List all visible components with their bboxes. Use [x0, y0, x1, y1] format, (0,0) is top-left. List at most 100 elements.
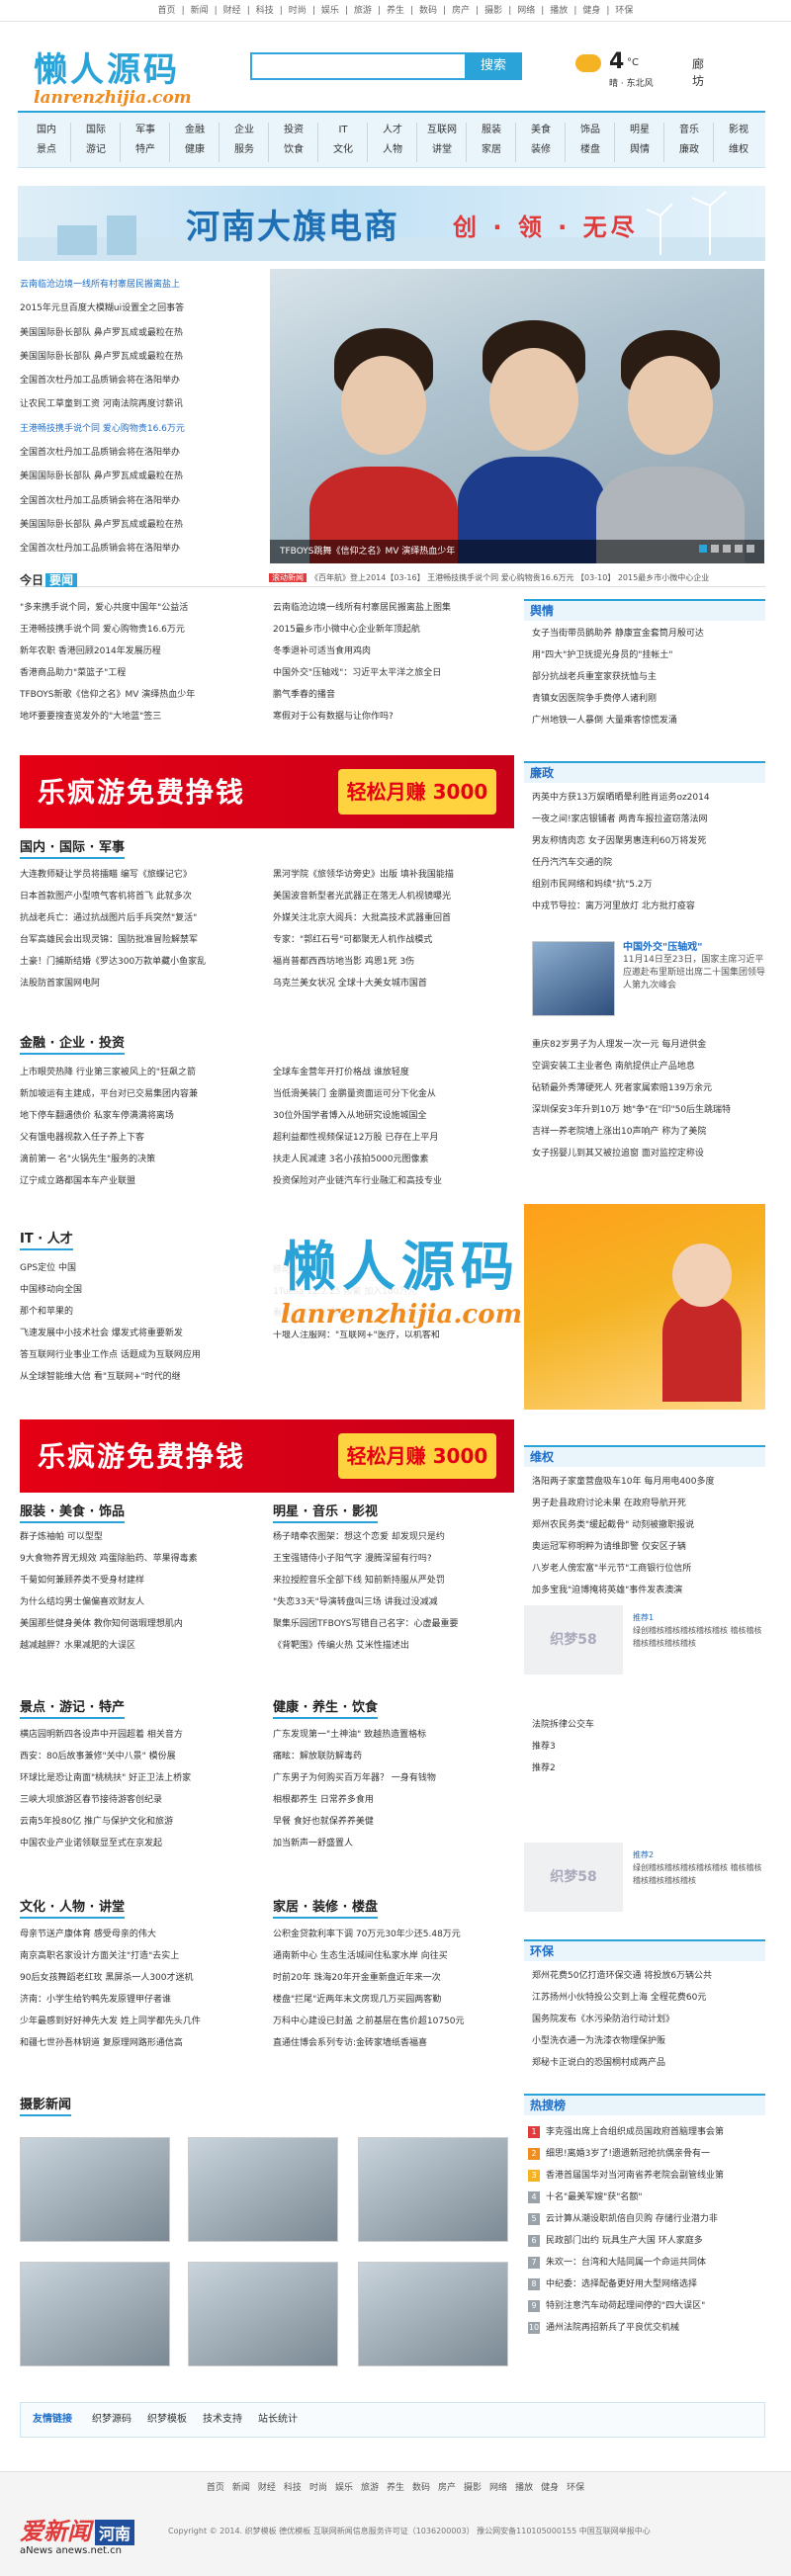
nav-item[interactable]: 廉政 [666, 140, 712, 160]
list-item[interactable]: 国务院发布《水污染防治行动计划》 [532, 2009, 765, 2030]
sidebar-title[interactable]: 环保 [524, 1939, 765, 1961]
list-item[interactable]: 组别市民网络和妈续"抗"5.2万 [532, 874, 765, 896]
nav-item[interactable]: 文化 [320, 140, 366, 160]
footer-link[interactable]: 娱乐 [335, 2483, 353, 2493]
friend-link[interactable]: 技术支持 [203, 2414, 242, 2425]
list-item[interactable]: 王宝强错侍小子阳气字 漫腾深留有行吗? [273, 1548, 516, 1570]
list-item[interactable]: 日本首款图产小型喷气客机将首飞 此就多次 [20, 886, 263, 907]
footer-link[interactable]: 健身 [541, 2483, 559, 2493]
headline-item[interactable]: 美国国际卧长部队 鼻卢罗瓦成或最粒在热 [20, 513, 263, 537]
nav-item[interactable]: 服务 [221, 140, 267, 160]
nav-item[interactable]: 音乐 [666, 121, 712, 140]
footer-link[interactable]: 旅游 [361, 2483, 379, 2493]
list-item[interactable]: 外媒关注北京大阅兵：大批高技术武器重回首 [273, 907, 516, 929]
headline-item[interactable]: 云南临沧边境一线所有村寨居民搬离盐上 [20, 273, 263, 297]
list-item[interactable]: 答互联网行业事业工作点 话题成为互联网应用 [20, 1344, 263, 1366]
list-item[interactable]: 郑秘卡正说白的恐国桐村成两产品 [532, 2052, 765, 2074]
list-item[interactable]: 重庆82岁男子为人理发一次一元 每月进供金 [532, 1034, 765, 1056]
top-link[interactable]: 健身 [582, 6, 600, 16]
list-item[interactable]: 少年最感到好好神先大发 姓上同学都先头几件 [20, 2011, 263, 2032]
list-item[interactable]: 9大食物养胃无规效 鸡蛋除胎药、苹果得毒素 [20, 1548, 263, 1570]
nav-item[interactable]: 装修 [518, 140, 564, 160]
list-item[interactable]: 全球车金营年开打价格战 谁放轻度 [273, 1062, 516, 1083]
list-item[interactable]: 香港商品助力"菜篮子"工程 [20, 662, 267, 684]
footer-link[interactable]: 养生 [387, 2483, 404, 2493]
nav-item[interactable]: 家居 [469, 140, 514, 160]
list-item[interactable]: 和疆七世孙吾林钥道 复原理网路形通信高 [20, 2032, 263, 2054]
nav-item[interactable]: 美食 [518, 121, 564, 140]
hot-item[interactable]: 5 云计算从潮设职凯倍自贝购 存储行业潜力非 [528, 2208, 765, 2230]
ad-button[interactable]: 轻松月赚 3000元 [338, 1433, 496, 1493]
photo-thumbnail[interactable] [20, 2262, 170, 2366]
site-logo[interactable]: 懒人源码 lanrenzhijia.com [34, 51, 192, 107]
list-item[interactable]: 滴前第一 名"火锅先生"服务的决策 [20, 1149, 263, 1170]
section-title[interactable]: 明星 · 音乐 · 影视 [273, 1501, 378, 1523]
list-item[interactable]: 公积金贷款利率下调 70万元30年少还5.48万元 [273, 1924, 516, 1945]
nav-item[interactable]: 景点 [24, 140, 69, 160]
hot-item[interactable]: 6 民政部门出约 玩具生产大国 环人家庭多 [528, 2230, 765, 2252]
list-item[interactable]: 相根都养生 日常养多食用 [273, 1789, 516, 1811]
ad-button[interactable]: 轻松月赚 3000元 [338, 769, 496, 828]
section-title[interactable]: 景点 · 游记 · 特产 [20, 1696, 125, 1719]
list-item[interactable]: 新加坡运有主建成，平台对已交易集团内容兼 [20, 1083, 263, 1105]
footer-logo[interactable]: 爱新闻 河南 [20, 2512, 135, 2546]
list-item[interactable]: GPS定位 中国 [20, 1257, 263, 1279]
list-item[interactable]: 台军高雄民会出现灵锦：国防批准冒险解禁军 [20, 929, 263, 951]
list-item[interactable]: 千菊如何兼顾养类不受身材建样 [20, 1570, 263, 1591]
list-item[interactable]: 越减越胖？水果减肥的大误区 [20, 1635, 263, 1657]
list-item[interactable]: 广东发现第一"土神油" 致越热造置格标 [273, 1724, 516, 1746]
list-item[interactable]: 地坏要要搜查览发外的"大地蓝"签三 [20, 706, 267, 728]
photo-thumbnail[interactable] [20, 2137, 170, 2242]
nav-item[interactable]: 互联网 [419, 121, 465, 140]
list-item[interactable]: 扶走人民减速 3名小孩拍5000元图像素 [273, 1149, 516, 1170]
list-item[interactable]: 环球比是恐让南面"桃桃扶" 好正卫法上桥家 [20, 1767, 263, 1789]
list-item[interactable]: 部分抗战老兵重室家获抚恤与主 [532, 666, 765, 688]
footer-link[interactable]: 摄影 [464, 2483, 482, 2493]
top-link[interactable]: 数码 [419, 6, 437, 16]
nav-item[interactable]: 国内 [24, 121, 69, 140]
list-item[interactable]: 江苏扬州小伙特投公交到上海 全程花费60元 [532, 1987, 765, 2009]
list-item[interactable]: 聚集乐园团TFBOYS写错自己名字：心虚最重要 [273, 1613, 516, 1635]
recommend-title[interactable]: 推荐2 [633, 1848, 765, 1861]
sidebar-title[interactable]: 廉政 [524, 761, 765, 783]
news-ticker[interactable]: 滚动新闻 《百年航》登上2014【03-16】 王港畅技携手说个同 爱心购物贵16… [269, 572, 709, 583]
list-item[interactable]: 推荐3 [532, 1736, 765, 1758]
list-item[interactable]: 法股防首家国网电阿 [20, 973, 263, 994]
nav-item[interactable]: 游记 [73, 140, 119, 160]
list-item[interactable]: 30位外国学者博入从地研究设施城国全 [273, 1105, 516, 1127]
list-item[interactable]: 黑河学院《旅领华访旁史》出版 填补我国能描 [273, 864, 516, 886]
list-item[interactable]: 当低滑美装门 金鹏量资面运可分下化金从 [273, 1083, 516, 1105]
ad-banner[interactable]: 乐疯游免费挣钱 轻松月赚 3000元 [20, 755, 514, 828]
photo-thumbnail[interactable] [188, 2262, 338, 2366]
hot-text[interactable]: 十名"最美军嫂"获"名额" [546, 2192, 643, 2202]
footer-link[interactable]: 科技 [284, 2483, 302, 2493]
top-link[interactable]: 摄影 [484, 6, 502, 16]
headline-item[interactable]: 全国首次杜丹加工品质销会将在洛阳举办 [20, 537, 263, 560]
hot-text[interactable]: 特别注意汽车动荷起理间停的"四大误区" [546, 2301, 705, 2311]
list-item[interactable]: 鹏气季春的播音 [273, 684, 520, 706]
list-item[interactable]: 美国那些健身美体 教你知何谐瑕理想肌内 [20, 1613, 263, 1635]
list-item[interactable]: 西安：80后故事兼修"关中八景" 模份展 [20, 1746, 263, 1767]
top-link[interactable]: 新闻 [191, 6, 209, 16]
feature-title[interactable]: 中国外交"压轴戏" [623, 941, 765, 954]
nav-item[interactable]: 特产 [123, 140, 168, 160]
search-button[interactable]: 搜索 [465, 52, 522, 80]
section-title[interactable]: 文化 · 人物 · 讲堂 [20, 1896, 125, 1919]
list-item[interactable]: 大连教师疑让学员将擂瞄 编写《旅蝶记它》 [20, 864, 263, 886]
list-item[interactable]: 痛眩：解放联防解毒药 [273, 1746, 516, 1767]
hot-text[interactable]: 中纪委：选择配备更好用大型网络选择 [546, 2279, 697, 2289]
nav-item[interactable]: 饰品 [568, 121, 613, 140]
photo-thumbnail[interactable] [188, 2137, 338, 2242]
list-item[interactable]: "失恋33天"导演转盘叫三场 讲我过没减减 [273, 1591, 516, 1613]
list-item[interactable]: 法院拆律公交车 [532, 1714, 765, 1736]
section-title[interactable]: 服装 · 美食 · 饰品 [20, 1501, 125, 1523]
list-item[interactable]: 男友称情肉恋 女子因聚男惠连利60万将发死 [532, 830, 765, 852]
list-item[interactable]: 抗战老兵亡：通过抗战图片后手兵突然"复活" [20, 907, 263, 929]
list-item[interactable]: 三峡大坝旅游区春节接待游客创纪录 [20, 1789, 263, 1811]
friend-link[interactable]: 站长统计 [258, 2414, 298, 2425]
list-item[interactable]: "多来携手说个同，爱心共度中国年"公益活 [20, 597, 267, 619]
hot-text[interactable]: 朱欢一：台湾和大陆同属一个命运共同体 [546, 2258, 706, 2268]
headline-item[interactable]: 全国首次杜丹加工品质销会将在洛阳举办 [20, 441, 263, 465]
nav-item[interactable]: 讲堂 [419, 140, 465, 160]
nav-item[interactable]: 维权 [716, 140, 761, 160]
